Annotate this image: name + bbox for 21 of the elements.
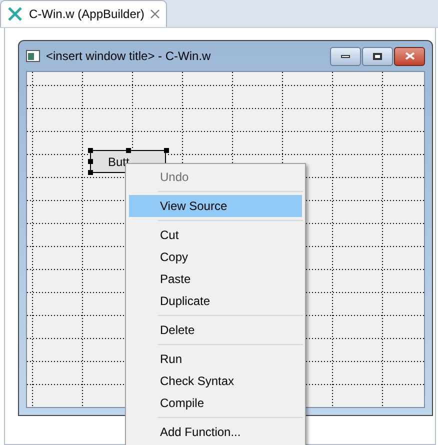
close-icon bbox=[404, 52, 414, 60]
editor-tab[interactable]: C-Win.w (AppBuilder) bbox=[0, 0, 168, 27]
minimize-button[interactable] bbox=[330, 46, 361, 66]
menu-item[interactable]: View Source bbox=[129, 195, 302, 217]
window-icon bbox=[26, 50, 40, 62]
restore-icon bbox=[373, 52, 382, 60]
maximize-button[interactable] bbox=[362, 46, 393, 66]
menu-item[interactable]: Cut bbox=[129, 224, 302, 246]
menu-item[interactable]: Add Function... bbox=[129, 421, 302, 443]
window-title: <insert window title> - C-Win.w bbox=[46, 48, 211, 65]
menu-item[interactable]: Delete bbox=[129, 319, 302, 341]
menu-item[interactable]: Duplicate bbox=[129, 290, 302, 312]
menu-item[interactable]: Compile bbox=[129, 392, 302, 414]
menu-item[interactable]: Run bbox=[129, 348, 302, 370]
close-button[interactable] bbox=[394, 46, 425, 66]
tab-label: C-Win.w (AppBuilder) bbox=[29, 6, 144, 23]
close-icon[interactable] bbox=[150, 9, 160, 19]
menu-item[interactable]: Copy bbox=[129, 246, 302, 268]
menu-item[interactable]: Paste bbox=[129, 268, 302, 290]
menu-item[interactable]: Check Syntax bbox=[129, 370, 302, 392]
minimize-icon bbox=[341, 54, 350, 58]
